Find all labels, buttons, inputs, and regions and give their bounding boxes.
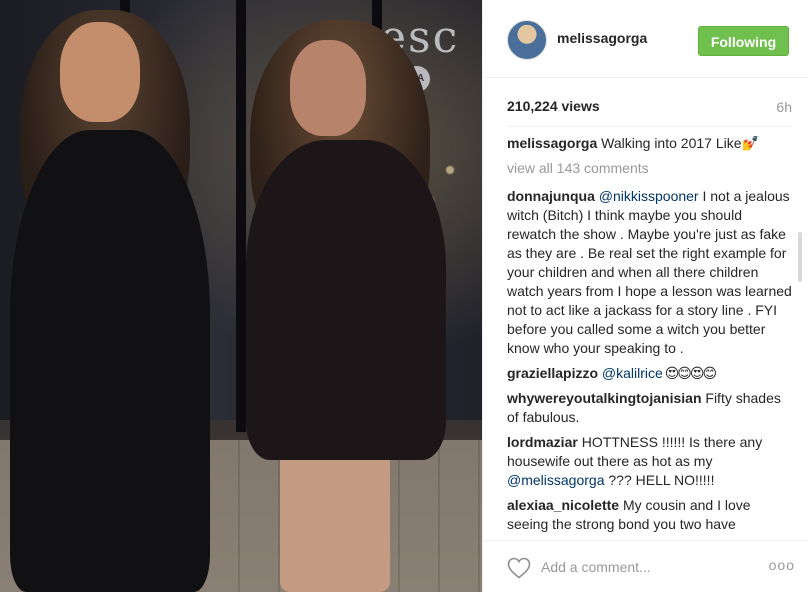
comment-username[interactable]: whywereyoutalkingtojanisian (507, 390, 702, 406)
comment-mention[interactable]: @kalilrice (602, 365, 663, 381)
list-item: lordmaziar HOTTNESS !!!!!! Is there any … (507, 433, 792, 490)
header-username[interactable]: melissagorga (557, 30, 647, 46)
following-button[interactable]: Following (698, 26, 789, 56)
post-details-panel: melissagorga Following 210,224 views 6h … (482, 0, 808, 592)
scrollbar-thumb[interactable] (798, 232, 802, 282)
caption-username[interactable]: melissagorga (507, 135, 597, 151)
more-options-icon[interactable]: ooo (769, 557, 795, 573)
nail-polish-emoji-icon: 💅 (741, 135, 759, 151)
person-left-body (10, 130, 210, 592)
person-right-face (290, 40, 366, 136)
list-item: alexiaa_nicolette My cousin and I love s… (507, 496, 792, 534)
comment-username[interactable]: alexiaa_nicolette (507, 497, 619, 513)
person-left-face (60, 22, 140, 122)
post-header: melissagorga Following (483, 0, 808, 78)
comment-username[interactable]: donnajunqua (507, 188, 595, 204)
view-count[interactable]: 210,224 views (507, 98, 600, 114)
caption: melissagorga Walking into 2017 Like💅 (507, 134, 792, 153)
window-frame (236, 0, 246, 432)
post-media[interactable]: esc DA (0, 0, 482, 592)
comment-mention[interactable]: @nikkisspooner (599, 188, 699, 204)
list-item: donnajunqua @nikkisspooner I not a jealo… (507, 187, 792, 358)
divider (507, 126, 792, 127)
person-right-legs (280, 440, 390, 592)
comment-text: 😍😊😍😊 (662, 365, 717, 381)
list-item: whywereyoutalkingtojanisian Fifty shades… (507, 389, 792, 427)
comments-scrollbar[interactable] (798, 134, 802, 539)
comment-mention[interactable]: @melissagorga (507, 472, 604, 488)
comment-text: I not a jealous witch (Bitch) I think ma… (507, 188, 792, 356)
post-time[interactable]: 6h (776, 99, 792, 115)
person-right-body (246, 140, 446, 460)
comment-username[interactable]: graziellapizzo (507, 365, 598, 381)
post-footer: ooo (483, 540, 808, 592)
comment-text-end: ??? HELL NO!!!!! (604, 472, 715, 488)
heart-icon[interactable] (507, 557, 531, 579)
caption-text: Walking into 2017 Like (597, 135, 742, 151)
add-comment-input[interactable] (541, 555, 741, 579)
list-item: graziellapizzo @kalilrice 😍😊😍😊 (507, 364, 792, 383)
avatar[interactable] (507, 20, 547, 60)
comments-list[interactable]: melissagorga Walking into 2017 Like💅 vie… (507, 134, 792, 539)
view-all-comments-link[interactable]: view all 143 comments (507, 159, 792, 178)
comment-username[interactable]: lordmaziar (507, 434, 578, 450)
